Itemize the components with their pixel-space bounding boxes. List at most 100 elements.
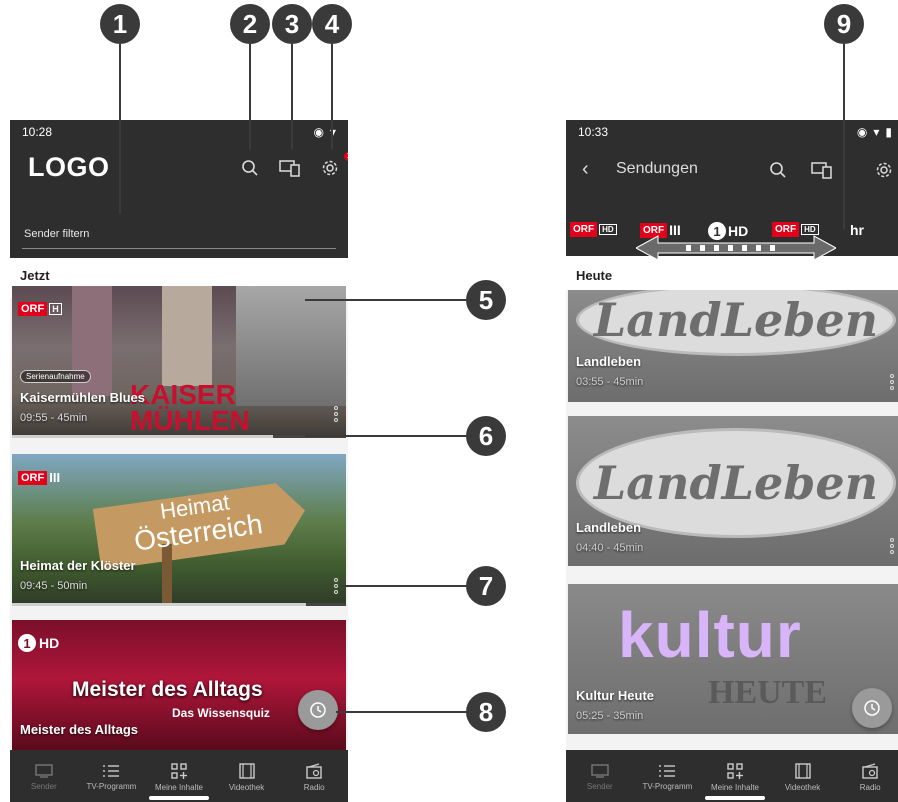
- home-indicator: [705, 796, 765, 800]
- series-recording-badge: Serienaufnahme: [20, 370, 91, 383]
- status-time: 10:28: [22, 125, 53, 139]
- callout-line-2: [249, 44, 251, 150]
- wifi-icon: ▾: [873, 125, 880, 139]
- status-bar: 10:28 ◉ ▾: [10, 120, 348, 144]
- settings-gear-icon[interactable]: [318, 156, 342, 180]
- callout-line-8: [336, 711, 467, 713]
- phone-screen-sendungen: 10:33 ◉ ▾ ▮ ‹ Sendungen ORF HD ORF III 1…: [566, 120, 898, 802]
- card-meta: 09:45 - 50min: [20, 580, 88, 592]
- settings-gear-icon[interactable]: [872, 158, 896, 182]
- callout-line-1: [119, 44, 121, 214]
- nav-meine-inhalte[interactable]: Meine Inhalte: [147, 762, 211, 792]
- nav-radio[interactable]: Radio: [838, 762, 898, 792]
- tv-icon: [35, 763, 53, 778]
- progress-fill: [12, 435, 273, 438]
- tv-icon: [591, 763, 609, 778]
- callout-5: 5: [466, 280, 506, 320]
- card-title: Landleben: [576, 354, 642, 369]
- channel-hr[interactable]: hr: [850, 222, 864, 238]
- program-card-meister[interactable]: 1 HD Meister des Alltags Das Wissensquiz…: [12, 620, 346, 750]
- program-card-kultur-heute[interactable]: kultur HEUTE Kultur Heute 05:25 - 35min: [568, 584, 898, 734]
- progress-bar: [12, 435, 346, 438]
- progress-bar: [12, 603, 346, 606]
- list-icon: [103, 764, 120, 777]
- vibrate-icon: ◉: [856, 125, 868, 139]
- card-title: Meister des Alltags: [20, 722, 139, 737]
- battery-icon: ▮: [885, 125, 892, 139]
- clock-history-fab[interactable]: [852, 688, 892, 728]
- filter-underline: [22, 248, 336, 249]
- grid-plus-icon: [171, 762, 187, 779]
- show-subtitle-art: Das Wissensquiz: [172, 706, 270, 720]
- program-card-landleben-1[interactable]: LandLeben Landleben 03:55 - 45min: [568, 290, 898, 402]
- program-card-kaisermuehlen[interactable]: ORF H KAISER MÜHLEN Serienaufnahme Kaise…: [12, 286, 346, 438]
- status-icons: ◉ ▾ ▮: [857, 125, 892, 139]
- cast-devices-icon[interactable]: [278, 156, 302, 180]
- channel-logo: ORF III: [18, 470, 60, 485]
- channel-logo: ORF H: [18, 302, 62, 316]
- show-logo-art-sub: HEUTE: [708, 674, 828, 711]
- program-card-landleben-2[interactable]: LandLeben Landleben 04:40 - 45min: [568, 416, 898, 566]
- list-icon: [659, 764, 676, 777]
- card-meta: 04:40 - 45min: [576, 542, 644, 554]
- channel-orf-hd[interactable]: ORF HD: [570, 222, 617, 237]
- nav-sender[interactable]: Sender: [568, 763, 632, 791]
- channel-selector-strip[interactable]: ORF HD ORF III 1 HD ORF HD hr: [566, 210, 898, 261]
- manual-figure: 10:28 ◉ ▾ LOGO 1 Sender filtern Jetzt: [0, 0, 898, 802]
- callout-4: 4: [312, 4, 352, 44]
- search-icon[interactable]: [766, 158, 790, 182]
- callout-8: 8: [466, 692, 506, 732]
- more-options-icon[interactable]: [890, 374, 894, 390]
- callout-1: 1: [100, 4, 140, 44]
- cast-devices-icon[interactable]: [810, 158, 834, 182]
- app-header: LOGO 1 Sender filtern: [10, 144, 348, 258]
- film-icon: [794, 762, 811, 779]
- card-meta: 09:55 - 45min: [20, 412, 88, 424]
- card-title: Kultur Heute: [576, 688, 654, 703]
- bottom-navigation: Sender TV-Programm Meine Inhalte Videoth…: [10, 750, 348, 802]
- clock-history-fab[interactable]: [298, 690, 338, 730]
- search-icon[interactable]: [238, 156, 262, 180]
- back-chevron-icon[interactable]: ‹: [582, 158, 589, 181]
- nav-videothek[interactable]: Videothek: [771, 762, 835, 792]
- callout-3: 3: [272, 4, 312, 44]
- nav-tv-programm[interactable]: TV-Programm: [635, 764, 699, 791]
- progress-fill: [12, 603, 306, 606]
- radio-icon: [306, 762, 322, 779]
- nav-videothek[interactable]: Videothek: [215, 762, 279, 792]
- callout-line-5: [305, 299, 467, 301]
- film-icon: [238, 762, 255, 779]
- show-logo-art: LandLeben: [576, 290, 896, 356]
- more-options-icon[interactable]: [334, 406, 338, 422]
- callout-2: 2: [230, 4, 270, 44]
- scene-figure: [162, 286, 212, 386]
- scene-background: [236, 286, 346, 406]
- callout-line-6: [305, 435, 467, 437]
- channel-filter-input[interactable]: Sender filtern: [24, 228, 89, 240]
- card-title: Kaisermühlen Blues: [20, 390, 145, 405]
- program-card-heimat[interactable]: ORF III Heimat Österreich Heimat der Klö…: [12, 454, 346, 606]
- show-title-art: Meister des Alltags: [72, 678, 263, 701]
- nav-sender[interactable]: Sender: [12, 763, 76, 791]
- callout-6: 6: [466, 416, 506, 456]
- nav-meine-inhalte[interactable]: Meine Inhalte: [703, 762, 767, 792]
- card-meta: 05:25 - 35min: [576, 710, 644, 722]
- page-title: Sendungen: [616, 160, 698, 177]
- app-logo: LOGO: [28, 152, 110, 182]
- vibrate-icon: ◉: [313, 125, 324, 139]
- das-erste-icon: 1: [18, 634, 36, 652]
- nav-radio[interactable]: Radio: [282, 762, 346, 792]
- nav-tv-programm[interactable]: TV-Programm: [79, 764, 143, 791]
- show-logo-art: kultur: [618, 599, 802, 671]
- more-options-icon[interactable]: [334, 578, 338, 594]
- callout-line-9: [843, 44, 845, 230]
- phone-screen-start: 10:28 ◉ ▾ LOGO 1 Sender filtern Jetzt: [10, 120, 348, 802]
- bottom-navigation: Sender TV-Programm Meine Inhalte Videoth…: [566, 750, 898, 802]
- more-options-icon[interactable]: [890, 538, 894, 554]
- status-bar: 10:33 ◉ ▾ ▮: [566, 120, 898, 144]
- callout-line-4: [331, 44, 333, 150]
- home-indicator: [149, 796, 209, 800]
- callout-line-7: [340, 585, 467, 587]
- show-title-art: KAISER MÜHLEN: [130, 379, 250, 436]
- signpost-pole: [162, 544, 172, 604]
